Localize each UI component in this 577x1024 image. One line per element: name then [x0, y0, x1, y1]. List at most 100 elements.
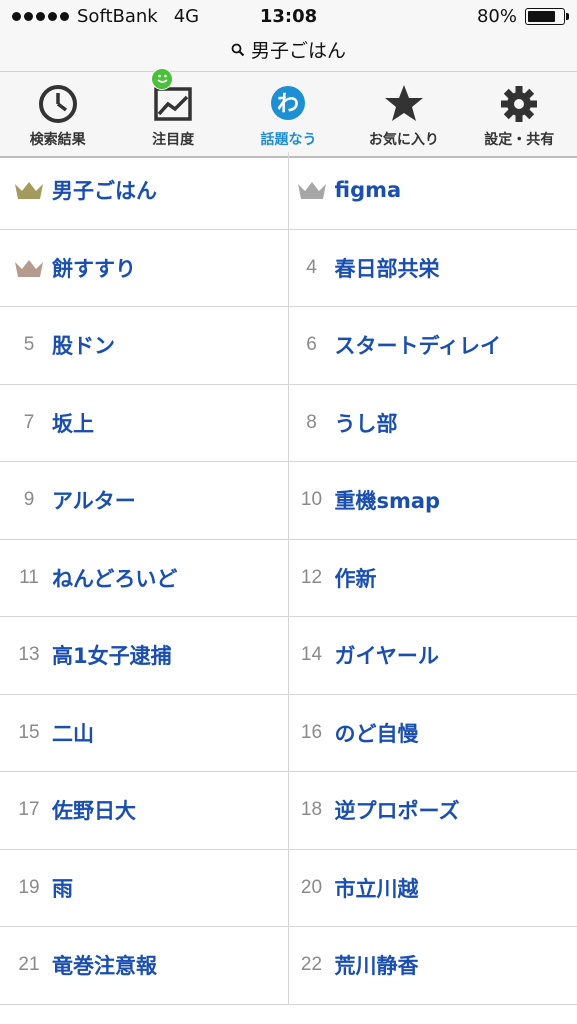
- ranking-item[interactable]: 20 市立川越: [289, 850, 577, 927]
- tab-label: 注目度: [152, 132, 195, 148]
- ranking-term-link[interactable]: ねんどろいど: [52, 563, 177, 593]
- ranking-term-link[interactable]: 高1女子逮捕: [52, 640, 172, 670]
- ranking-item[interactable]: 17 佐野日大: [0, 772, 289, 849]
- clock-icon: [38, 85, 77, 123]
- star-icon: [384, 85, 423, 121]
- ranking-row: 21 竜巻注意報 22 荒川静香: [0, 927, 577, 1005]
- tab-label: お気に入り: [368, 132, 439, 148]
- ranking-item[interactable]: 8 うし部: [289, 385, 577, 462]
- wa-bubble-icon: わ: [271, 86, 306, 120]
- tab-label: 検索結果: [29, 132, 86, 148]
- rank-number: 20: [300, 876, 323, 898]
- rank-number: 7: [23, 411, 35, 433]
- tab-label: 話題なう: [260, 132, 317, 148]
- ranking-item[interactable]: 15 二山: [0, 694, 289, 771]
- ranking-item[interactable]: 6 スタートディレイ: [289, 307, 577, 384]
- ranking-row: 7 坂上 8 うし部: [0, 384, 577, 462]
- rank-number: 16: [300, 721, 323, 743]
- ranking-term-link[interactable]: アルター: [52, 485, 136, 515]
- ranking-term-link[interactable]: 逆プロポーズ: [335, 795, 460, 825]
- rank-number: 6: [306, 334, 317, 356]
- search-icon: [231, 43, 245, 56]
- ranking-term-link[interactable]: ガイヤール: [335, 640, 439, 670]
- ranking-item[interactable]: 21 竜巻注意報: [0, 927, 289, 1004]
- battery-tip: [566, 13, 569, 20]
- svg-text:わ: わ: [277, 92, 299, 117]
- ranking-term-link[interactable]: 二山: [52, 718, 94, 748]
- battery-icon: [525, 8, 569, 25]
- status-bar: SoftBank 4G 13:08 80%: [0, 0, 577, 34]
- ranking-term-link[interactable]: 重機smap: [335, 485, 441, 515]
- rank-number: 4: [306, 256, 317, 278]
- status-right: 80%: [476, 6, 569, 27]
- ranking-item[interactable]: figma: [289, 152, 577, 229]
- ranking-row: 15 二山 16 のど自慢: [0, 694, 577, 772]
- ranking-item[interactable]: 19 雨: [0, 849, 289, 926]
- tab-attention[interactable]: 注目度: [115, 68, 230, 156]
- search-query-line[interactable]: 男子ごはん: [231, 36, 346, 63]
- search-area[interactable]: 男子ごはん: [0, 34, 577, 72]
- rank-number: 19: [18, 876, 40, 898]
- search-query: 男子ごはん: [250, 40, 346, 62]
- ranking-term-link[interactable]: うし部: [335, 408, 398, 438]
- tab-search-results[interactable]: 検索結果: [0, 72, 115, 156]
- ranking-item[interactable]: 7 坂上: [0, 384, 289, 461]
- rank-number: 18: [300, 799, 323, 821]
- ranking-item[interactable]: 14 ガイヤール: [289, 617, 577, 694]
- ranking-row: 5 股ドン 6 スタートディレイ: [0, 307, 577, 385]
- toolbar: 検索結果 注目度 わ 話題なう お気に入り 設定・共有: [0, 68, 577, 158]
- ranking-row: 17 佐野日大 18 逆プロポーズ: [0, 772, 577, 850]
- ranking-item[interactable]: 16 のど自慢: [289, 695, 577, 772]
- ranking-row: 男子ごはん figma: [0, 152, 577, 230]
- ranking-term-link[interactable]: figma: [335, 178, 402, 202]
- ranking-item[interactable]: 餅すすり: [0, 229, 289, 306]
- tab-favorites[interactable]: お気に入り: [346, 72, 461, 156]
- ranking-item[interactable]: 13 高1女子逮捕: [0, 617, 289, 694]
- ranking-term-link[interactable]: 坂上: [52, 408, 94, 438]
- rank-number: 14: [300, 644, 323, 666]
- ranking-row: 11 ねんどろいど 12 作新: [0, 539, 577, 617]
- ranking-term-link[interactable]: 春日部共栄: [335, 253, 440, 283]
- rank-number: 5: [23, 334, 35, 356]
- battery-fill: [528, 11, 556, 22]
- ranking-row: 9 アルター 10 重機smap: [0, 462, 577, 540]
- ranking-term-link[interactable]: 雨: [52, 873, 73, 903]
- ranking-term-link[interactable]: 男子ごはん: [52, 175, 157, 205]
- ranking-item[interactable]: 12 作新: [289, 540, 577, 617]
- ranking-term-link[interactable]: 作新: [335, 563, 377, 593]
- ranking-item[interactable]: 4 春日部共栄: [289, 230, 577, 307]
- ranking-term-link[interactable]: 股ドン: [52, 330, 115, 360]
- rank-number: 22: [300, 954, 323, 976]
- smile-icon: [157, 74, 168, 83]
- ranking-term-link[interactable]: 餅すすり: [52, 253, 136, 283]
- ranking-item[interactable]: 22 荒川静香: [289, 927, 577, 1004]
- ranking-item[interactable]: 5 股ドン: [0, 307, 289, 384]
- rank-number: 21: [18, 954, 40, 976]
- ranking-term-link[interactable]: 荒川静香: [335, 950, 419, 980]
- smile-badge-icon: [151, 68, 174, 90]
- ranking-item[interactable]: 9 アルター: [0, 462, 289, 539]
- rank-number: 12: [300, 566, 323, 588]
- rank-number: 13: [18, 644, 40, 666]
- battery-percent: 80%: [476, 6, 517, 27]
- crown-gold-icon: [6, 180, 52, 200]
- ranking-item[interactable]: 18 逆プロポーズ: [289, 772, 577, 849]
- ranking-item[interactable]: 男子ごはん: [0, 152, 289, 229]
- ranking-term-link[interactable]: 竜巻注意報: [52, 950, 157, 980]
- crown-silver-icon: [289, 180, 335, 200]
- tab-settings-share[interactable]: 設定・共有: [462, 72, 577, 156]
- ranking-item[interactable]: 11 ねんどろいど: [0, 539, 289, 616]
- rank-number: 17: [18, 799, 40, 821]
- rank-number: 9: [23, 489, 35, 511]
- ranking-term-link[interactable]: 市立川越: [335, 873, 419, 903]
- ranking-row: 餅すすり 4 春日部共栄: [0, 229, 577, 307]
- ranking-term-link[interactable]: 佐野日大: [52, 795, 136, 825]
- ranking-item[interactable]: 10 重機smap: [289, 462, 577, 539]
- gear-icon: [501, 86, 538, 122]
- ranking-term-link[interactable]: のど自慢: [335, 718, 419, 748]
- rank-number: 11: [19, 566, 39, 588]
- ranking-term-link[interactable]: スタートディレイ: [335, 330, 502, 360]
- tab-label: 設定・共有: [484, 132, 555, 148]
- tab-trending-now[interactable]: わ 話題なう: [231, 72, 346, 156]
- rank-number: 8: [306, 411, 317, 433]
